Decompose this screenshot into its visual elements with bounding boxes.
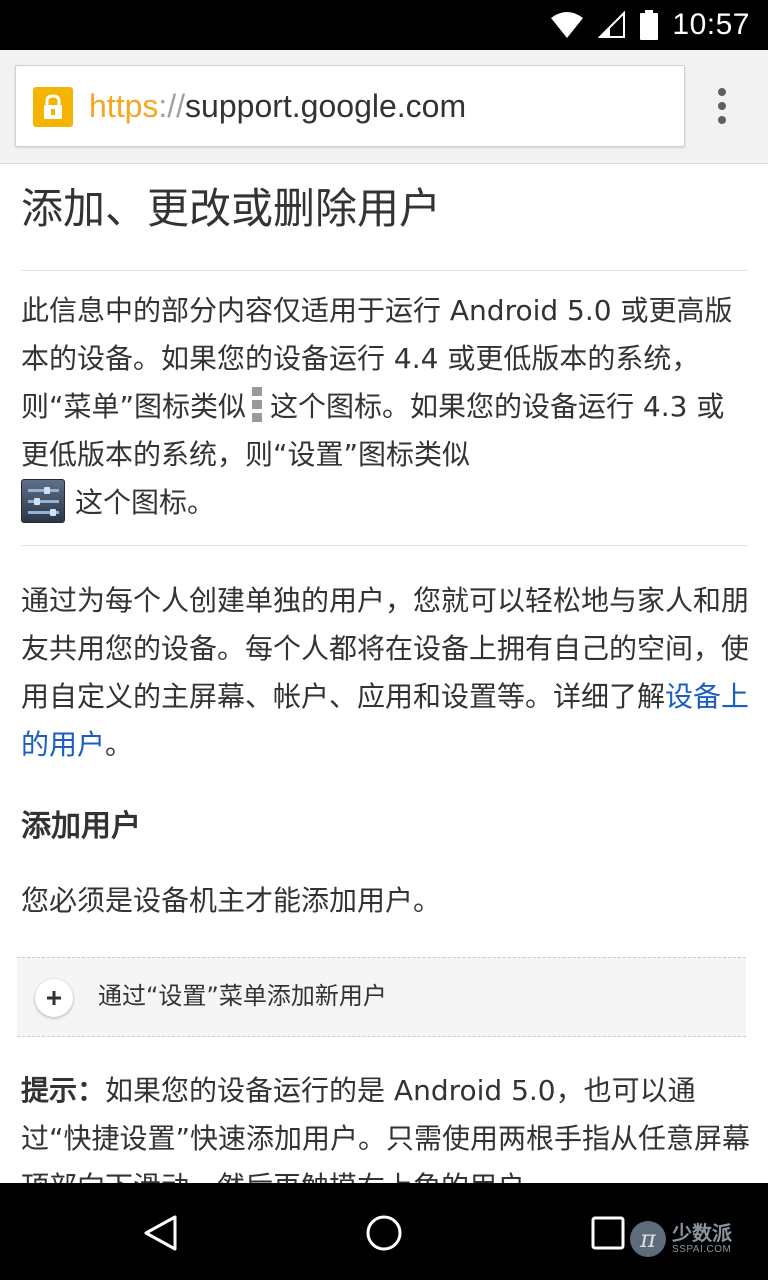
divider	[21, 545, 748, 546]
page-title: 添加、更改或删除用户	[21, 184, 442, 233]
add-user-body: 您必须是设备机主才能添加用户。	[21, 884, 442, 917]
url-bar[interactable]: https://support.google.com	[15, 65, 685, 147]
lock-icon[interactable]	[33, 87, 73, 127]
navigation-bar: π 少数派 SSPAI.COM	[0, 1183, 768, 1280]
home-icon[interactable]	[356, 1205, 412, 1261]
recents-icon[interactable]	[580, 1205, 636, 1261]
watermark-text: 少数派 SSPAI.COM	[672, 1223, 732, 1255]
url-scheme: https	[89, 88, 159, 124]
wifi-icon	[551, 12, 584, 38]
version-note-text-3: 这个图标。	[75, 486, 216, 519]
watermark-logo: π	[630, 1221, 666, 1257]
status-time: 10:57	[672, 8, 750, 41]
add-user-heading: 添加用户	[21, 809, 141, 844]
url-text[interactable]: https://support.google.com	[89, 84, 466, 128]
add-user-via-settings-expander[interactable]: 通过“设置”菜单添加新用户	[17, 957, 746, 1037]
sspai-watermark: π 少数派 SSPAI.COM	[630, 1219, 732, 1259]
cell-signal-icon	[598, 11, 626, 38]
kebab-menu-icon	[252, 387, 263, 425]
intro-paragraph: 通过为每个人创建单独的用户，您就可以轻松地与家人和朋友共用您的设备。每个人都将在…	[21, 577, 751, 769]
battery-icon	[640, 10, 659, 40]
version-note: 此信息中的部分内容仅适用于运行 Android 5.0 或更高版本的设备。如果您…	[21, 287, 751, 527]
page-content: 添加、更改或删除用户 此信息中的部分内容仅适用于运行 Android 5.0 或…	[0, 165, 768, 1183]
back-icon[interactable]	[132, 1205, 188, 1261]
intro-end: 。	[105, 728, 134, 761]
browser-toolbar: https://support.google.com	[0, 50, 768, 164]
tip-label: 提示：	[21, 1074, 106, 1107]
status-icons: 10:57	[550, 8, 750, 42]
url-separator: ://	[158, 88, 186, 124]
overflow-menu-icon[interactable]	[706, 84, 738, 128]
watermark-cn: 少数派	[672, 1221, 732, 1245]
url-host: support.google.com	[185, 88, 467, 124]
tip-text: 如果您的设备运行的是 Android 5.0，也可以通过“快捷设置”快速添加用户…	[21, 1074, 751, 1183]
tip-paragraph: 提示：如果您的设备运行的是 Android 5.0，也可以通过“快捷设置”快速添…	[21, 1067, 751, 1183]
settings-sliders-icon	[21, 479, 65, 523]
watermark-en: SSPAI.COM	[672, 1244, 732, 1255]
intro-text: 通过为每个人创建单独的用户，您就可以轻松地与家人和朋友共用您的设备。每个人都将在…	[21, 584, 750, 713]
expander-label[interactable]: 通过“设置”菜单添加新用户	[98, 976, 387, 1016]
divider	[21, 270, 748, 271]
status-bar: 10:57	[0, 0, 768, 50]
plus-icon[interactable]	[35, 979, 73, 1017]
